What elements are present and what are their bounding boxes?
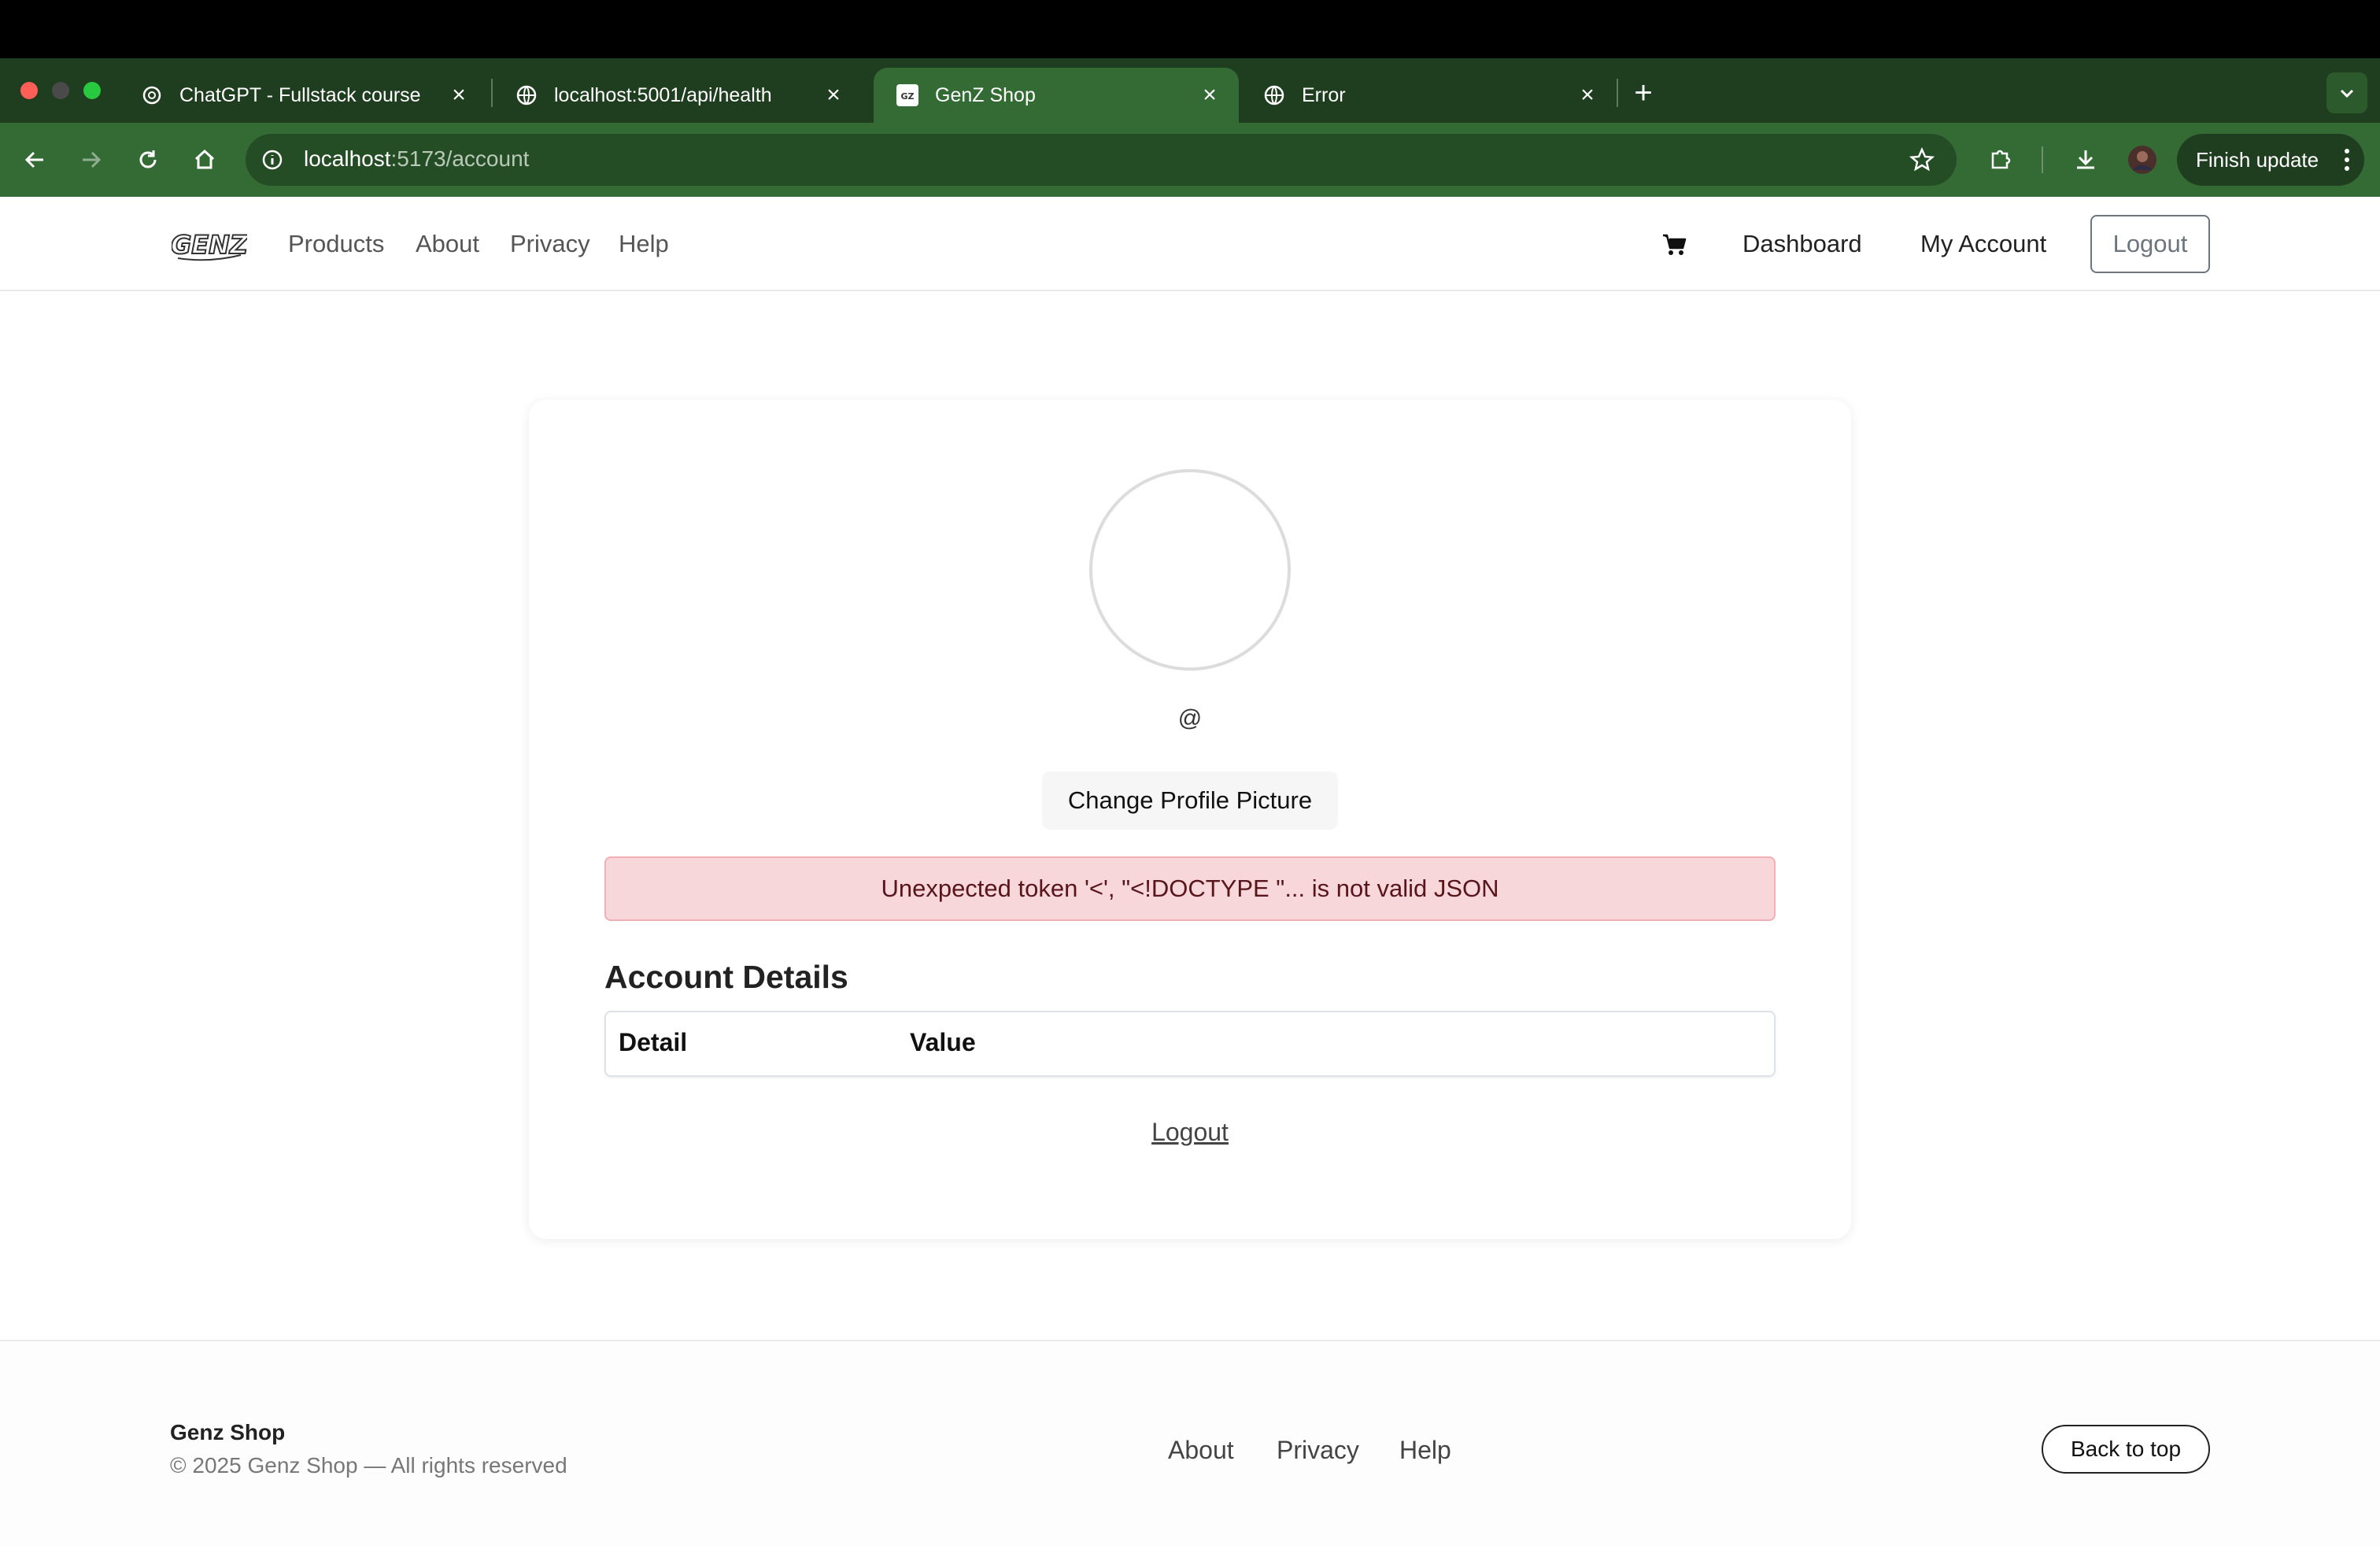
window-close-button[interactable] — [20, 82, 38, 99]
back-button[interactable] — [17, 142, 52, 177]
globe-icon — [1262, 83, 1286, 107]
svg-text:GENZ: GENZ — [172, 230, 247, 260]
close-icon[interactable]: × — [447, 82, 471, 109]
nav-dashboard[interactable]: Dashboard — [1743, 228, 1862, 260]
back-to-top-button[interactable]: Back to top — [2042, 1425, 2210, 1474]
cart-icon[interactable] — [1661, 231, 1687, 258]
tab-separator — [1617, 79, 1618, 107]
nav-logout-button[interactable]: Logout — [2090, 215, 2210, 273]
genz-logo[interactable]: GENZ — [170, 224, 249, 266]
tab-title: localhost:5001/api/health — [554, 83, 772, 106]
account-details-title: Account Details — [604, 959, 848, 995]
url-text: localhost:5173/account — [304, 145, 529, 173]
tab-error[interactable]: Error × — [1240, 68, 1617, 123]
forward-button[interactable] — [74, 142, 109, 177]
finish-update-button[interactable]: Finish update — [2177, 134, 2364, 186]
nav-about[interactable]: About — [416, 228, 479, 260]
reload-button[interactable] — [131, 142, 165, 177]
logout-link[interactable]: Logout — [1111, 1118, 1269, 1147]
finish-update-label: Finish update — [2196, 147, 2319, 172]
tab-genz-shop[interactable]: GZ GenZ Shop × — [874, 68, 1239, 123]
back-arrow-icon — [24, 151, 43, 168]
bookmark-star-icon[interactable] — [1905, 142, 1939, 177]
tab-title: ChatGPT - Fullstack course — [179, 83, 421, 106]
tab-title: GenZ Shop — [935, 83, 1036, 106]
chevron-down-icon — [2340, 89, 2354, 98]
globe-icon — [515, 83, 538, 107]
genz-favicon: GZ — [896, 83, 919, 107]
footer-link-help[interactable]: Help — [1399, 1436, 1451, 1465]
profile-picture — [1089, 469, 1291, 671]
download-icon[interactable] — [2068, 142, 2103, 177]
account-details-table — [604, 1011, 1776, 1077]
chatgpt-icon — [140, 83, 164, 107]
nav-privacy[interactable]: Privacy — [510, 228, 590, 260]
username-handle: @ — [1177, 705, 1203, 731]
nav-my-account[interactable]: My Account — [1920, 228, 2046, 260]
tab-title: Error — [1302, 83, 1346, 106]
extensions-puzzle-icon[interactable] — [1983, 142, 2018, 177]
url-host: localhost — [304, 146, 391, 171]
close-icon[interactable]: × — [1198, 82, 1221, 109]
home-icon — [194, 149, 215, 169]
nav-products[interactable]: Products — [288, 228, 384, 260]
close-icon[interactable]: × — [1576, 82, 1599, 109]
new-tab-button[interactable]: + — [1626, 76, 1661, 110]
forward-arrow-icon — [83, 151, 102, 168]
error-alert: Unexpected token '<', "<!DOCTYPE "... is… — [604, 856, 1776, 921]
more-vert-icon — [2344, 146, 2350, 179]
footer-copyright: © 2025 Genz Shop — All rights reserved — [170, 1453, 567, 1478]
footer-brand: Genz Shop — [170, 1420, 286, 1444]
site-info-icon[interactable] — [255, 142, 290, 177]
os-menu-bar — [0, 0, 2380, 58]
toolbar-separator — [2042, 146, 2043, 173]
url-path: :5173/account — [390, 146, 530, 171]
window-maximize-button[interactable] — [83, 82, 101, 99]
window-minimize-button[interactable] — [52, 82, 69, 99]
profile-avatar-icon[interactable] — [2125, 142, 2160, 177]
tab-api-health[interactable]: localhost:5001/api/health × — [493, 68, 863, 123]
close-icon[interactable]: × — [822, 82, 845, 109]
change-profile-picture-button[interactable]: Change Profile Picture — [1042, 771, 1338, 830]
tab-chatgpt[interactable]: ChatGPT - Fullstack course × — [118, 68, 488, 123]
footer-link-privacy[interactable]: Privacy — [1277, 1436, 1359, 1465]
nav-help[interactable]: Help — [619, 228, 669, 260]
footer-link-about[interactable]: About — [1168, 1436, 1234, 1465]
tab-search-button[interactable] — [2326, 72, 2367, 113]
home-button[interactable] — [187, 142, 222, 177]
reload-icon — [139, 150, 157, 168]
table-header-value: Value — [910, 1028, 976, 1056]
table-header-detail: Detail — [619, 1028, 688, 1056]
svg-text:GZ: GZ — [900, 91, 914, 102]
